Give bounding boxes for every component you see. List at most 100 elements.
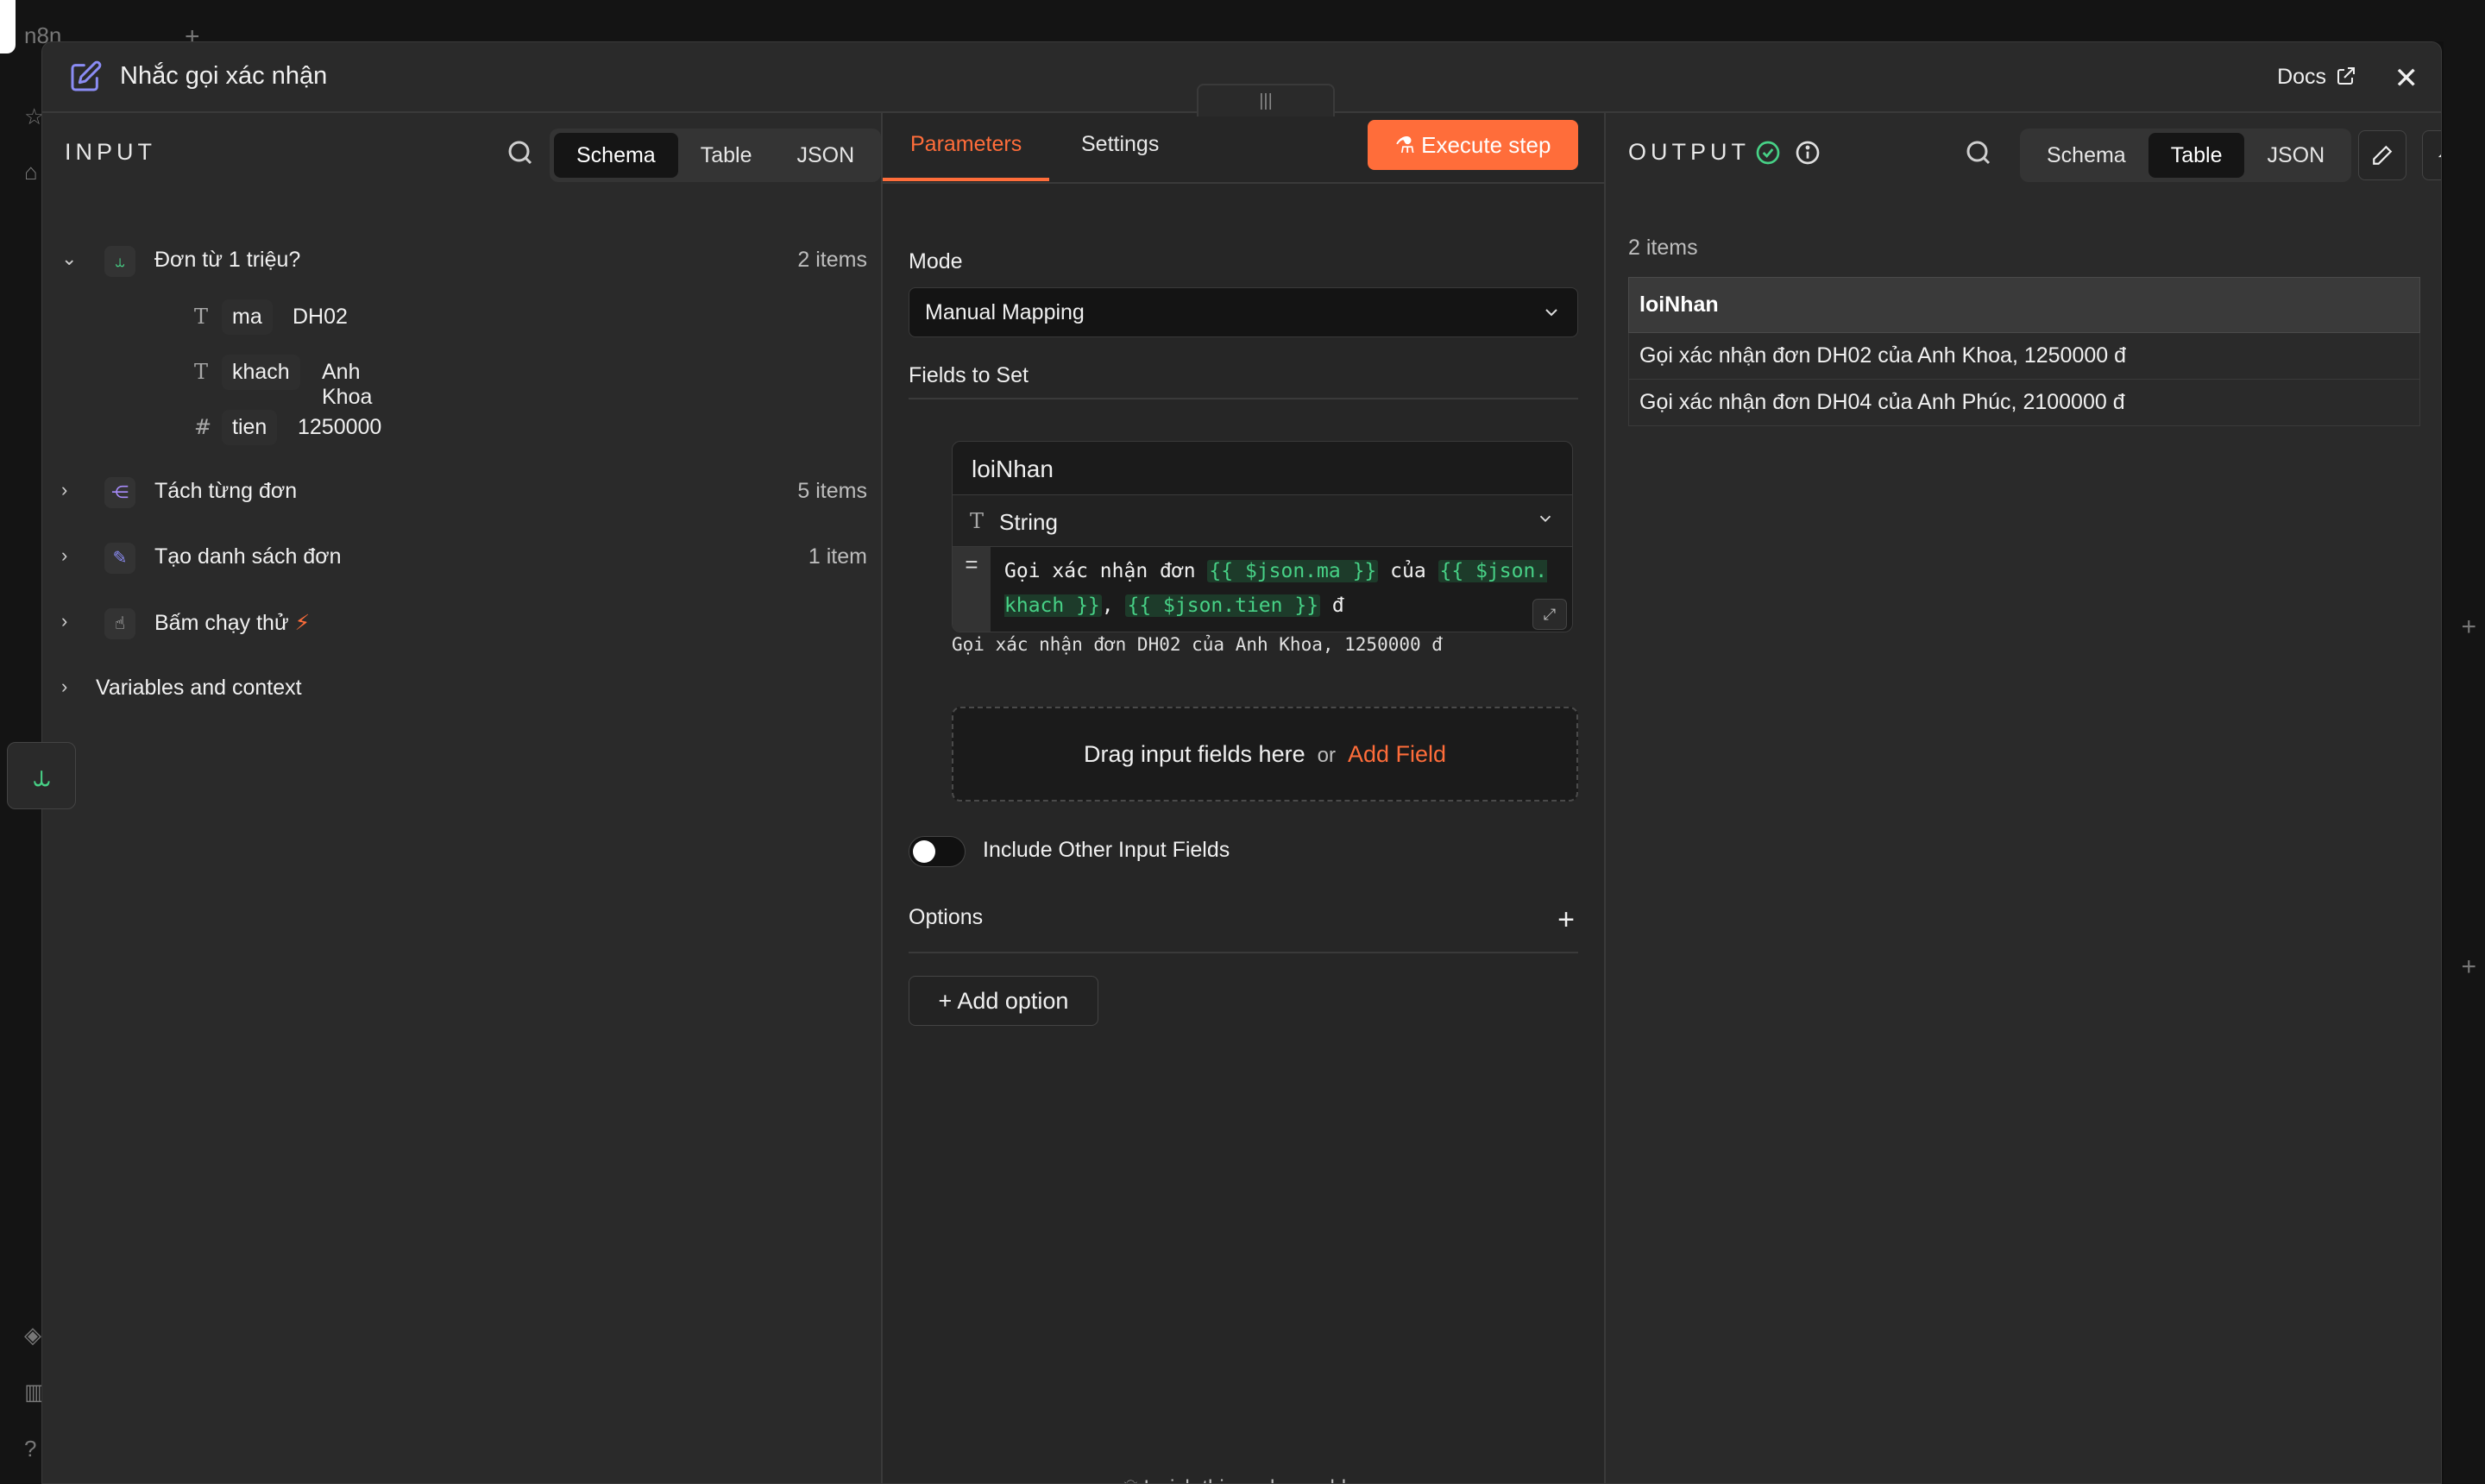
input-node-row[interactable]: › ☝ Bấm chạy thử ⚡ [42,601,881,646]
include-other-label: Include Other Input Fields [983,838,1230,862]
bg-home-icon: ⌂ [24,159,38,185]
node-title[interactable]: Nhắc gọi xác nhận [120,62,327,91]
table-cell[interactable]: Gọi xác nhận đơn DH04 của Anh Phúc, 2100… [1628,379,2420,426]
expression-code[interactable]: Gọi xác nhận đơn {{ $json.ma }} của {{ $… [1004,554,1557,623]
mode-value: Manual Mapping [925,300,1085,324]
param-tabs: Parameters Settings ⚗ Execute step [882,113,1604,184]
docs-link[interactable]: Docs [2277,65,2356,90]
assignment-name-field[interactable]: loiNhan [953,442,1572,495]
chevron-right-icon[interactable]: › [61,610,67,632]
info-icon[interactable] [1794,139,1821,167]
flask-icon: ⚗ [1394,132,1415,158]
input-node-name: Tạo danh sách đơn [154,544,342,569]
input-panel: INPUT Schema Table JSON ⌄ ⥿ Đơn từ 1 tri… [42,113,882,1483]
feedback-link[interactable]: 💡︎ I wish this node would... [883,1476,1604,1483]
assignment-type: String [999,509,1058,535]
edit-output-button[interactable] [2358,130,2406,180]
variables-context-row[interactable]: › Variables and context [42,667,881,712]
table-row: Gọi xác nhận đơn DH04 của Anh Phúc, 2100… [1628,379,2420,426]
mode-select[interactable]: Manual Mapping [909,287,1578,337]
input-node-row[interactable]: › ⋲ Tách từng đơn 5 items [42,470,881,515]
divider [909,398,1578,399]
table-row: Gọi xác nhận đơn DH02 của Anh Khoa, 1250… [1628,332,2420,380]
field-key[interactable]: ma [222,299,273,335]
table-column-header[interactable]: loiNhan [1628,277,2420,333]
chevron-down-icon[interactable]: ⌄ [61,248,77,270]
success-check-icon [1756,141,1780,165]
input-node-count: 1 item [808,544,867,569]
search-icon[interactable] [505,137,536,168]
canvas-node-shortcut[interactable]: ⥿ [7,742,76,809]
table-header-row: loiNhan [1628,277,2420,333]
edit-icon: ✎ [104,543,135,574]
include-other-toggle[interactable] [909,836,966,867]
background-tab [0,0,16,53]
variables-context-label: Variables and context [96,676,302,700]
output-panel: OUTPUT Schema Table JSON 2 items loiNhan… [1606,113,2441,1483]
add-option-plus-icon[interactable]: + [1557,903,1575,937]
close-icon[interactable]: ✕ [2394,61,2419,96]
assignment-card: loiNhan T String = Gọi xác nhận đơn {{ $… [952,441,1573,632]
add-option-button[interactable]: + Add option [909,976,1098,1026]
plus-icon: + [938,988,953,1014]
tab-settings[interactable]: Settings [1081,132,1159,157]
field-key[interactable]: tien [222,410,278,445]
docs-label: Docs [2277,65,2327,89]
fields-to-set-label: Fields to Set [909,363,1029,387]
chevron-right-icon[interactable]: › [61,676,67,698]
input-view-schema[interactable]: Schema [554,133,678,178]
input-node-row[interactable]: › ✎ Tạo danh sách đơn 1 item [42,536,881,581]
output-table: loiNhan Gọi xác nhận đơn DH02 của Anh Kh… [1628,277,2420,426]
bg-help-icon: ? [24,1436,37,1462]
execute-step-label: Execute step [1421,132,1551,158]
add-option-label: Add option [957,988,1069,1014]
panel-drag-handle[interactable]: ||| [1197,84,1335,116]
input-node-row[interactable]: ⌄ ⥿ Đơn từ 1 triệu? 2 items [42,239,881,284]
split-out-icon: ⋲ [104,477,135,508]
bg-canvas-plus-icon: + [2461,953,2476,981]
tab-parameters[interactable]: Parameters [882,132,1050,181]
field-key[interactable]: khach [222,355,300,390]
output-view-schema[interactable]: Schema [2024,133,2148,178]
input-view-table[interactable]: Table [678,133,775,178]
output-view-switch: Schema Table JSON [2020,129,2352,182]
pencil-icon [2373,145,2393,165]
input-node-count: 2 items [797,248,867,272]
output-view-table[interactable]: Table [2148,133,2245,178]
text-type-icon: T [970,509,985,533]
input-node-name: Đơn từ 1 triệu? [154,248,301,272]
chevron-down-icon [1545,309,1557,317]
background-topbar [0,0,2485,41]
pin-output-button[interactable] [2422,130,2441,180]
assignment-name: loiNhan [972,456,1054,482]
chevron-right-icon[interactable]: › [61,479,67,501]
parameters-panel: Parameters Settings ⚗ Execute step Mode … [881,113,1606,1483]
edit-icon [71,60,102,91]
input-view-json[interactable]: JSON [774,133,877,178]
add-field-link[interactable]: Add Field [1348,741,1446,767]
assignment-expression[interactable]: = Gọi xác nhận đơn {{ $json.ma }} của {{… [953,547,1572,632]
options-label: Options [909,905,984,929]
execute-step-button[interactable]: ⚗ Execute step [1368,120,1578,170]
search-icon[interactable] [1963,137,1994,168]
external-link-icon [2337,67,2355,85]
drop-fields-zone[interactable]: Drag input fields here or Add Field [952,707,1578,802]
expand-editor-icon[interactable]: ⤢ [1532,599,1567,630]
input-node-name: Bấm chạy thử ⚡ [154,611,311,635]
output-view-json[interactable]: JSON [2244,133,2347,178]
assignment-type-select[interactable]: T String [953,495,1572,547]
input-node-name: Tách từng đơn [154,479,298,503]
chevron-down-icon [1539,515,1551,523]
output-panel-label: OUTPUT [1628,139,1750,165]
pointer-icon: ☝ [104,608,135,639]
field-value: 1250000 [298,415,382,439]
text-type-icon: T [194,360,209,384]
text-type-icon: T [194,305,209,329]
input-node-count: 5 items [797,479,867,503]
node-details-modal: Nhắc gọi xác nhận Docs ✕ INPUT Schema Ta… [41,41,2442,1484]
table-cell[interactable]: Gọi xác nhận đơn DH02 của Anh Khoa, 1250… [1628,332,2420,380]
expression-preview: Gọi xác nhận đơn DH02 của Anh Khoa, 1250… [952,634,1443,655]
chevron-right-icon[interactable]: › [61,544,67,567]
input-view-switch: Schema Table JSON [550,129,882,182]
expression-marker: = [953,547,991,632]
